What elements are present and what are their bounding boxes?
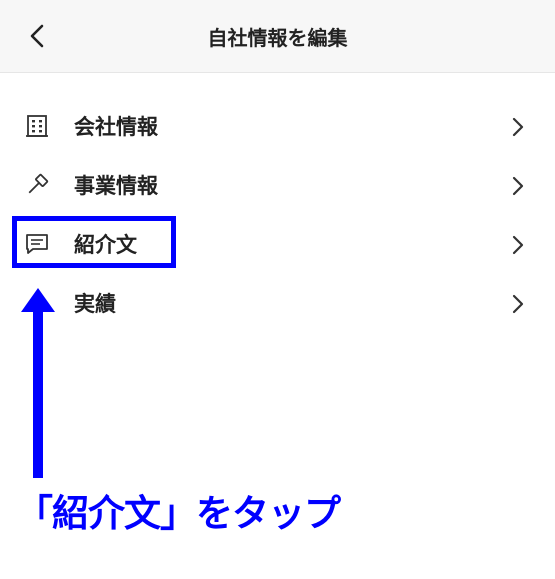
building-icon (26, 115, 48, 137)
chevron-right-icon (512, 235, 524, 255)
menu-item-label: 会社情報 (74, 115, 158, 139)
instruction-text: 「紹介文」をタップ (16, 492, 341, 535)
chevron-right-icon (512, 294, 524, 314)
menu-item-label: 事業情報 (74, 174, 158, 198)
menu-item-label: 実績 (74, 292, 116, 316)
edit-company-info-screen: 自社情報を編集 会社情報 事業情報 紹介文 実績 「紹介文」をタップ (0, 0, 555, 579)
chevron-right-icon (512, 176, 524, 196)
chevron-left-icon (30, 24, 44, 48)
menu-item-achievements[interactable]: 実績 (0, 274, 555, 333)
header-bar: 自社情報を編集 (0, 0, 555, 73)
company-info-menu: 会社情報 事業情報 紹介文 実績 (0, 97, 555, 333)
menu-item-business-info[interactable]: 事業情報 (0, 156, 555, 215)
highlight-box (12, 216, 176, 268)
back-button[interactable] (22, 20, 54, 52)
arrow-up-icon (21, 288, 55, 478)
page-title: 自社情報を編集 (207, 26, 348, 50)
gavel-icon (28, 173, 49, 194)
chevron-right-icon (512, 117, 524, 137)
menu-item-company-info[interactable]: 会社情報 (0, 97, 555, 156)
